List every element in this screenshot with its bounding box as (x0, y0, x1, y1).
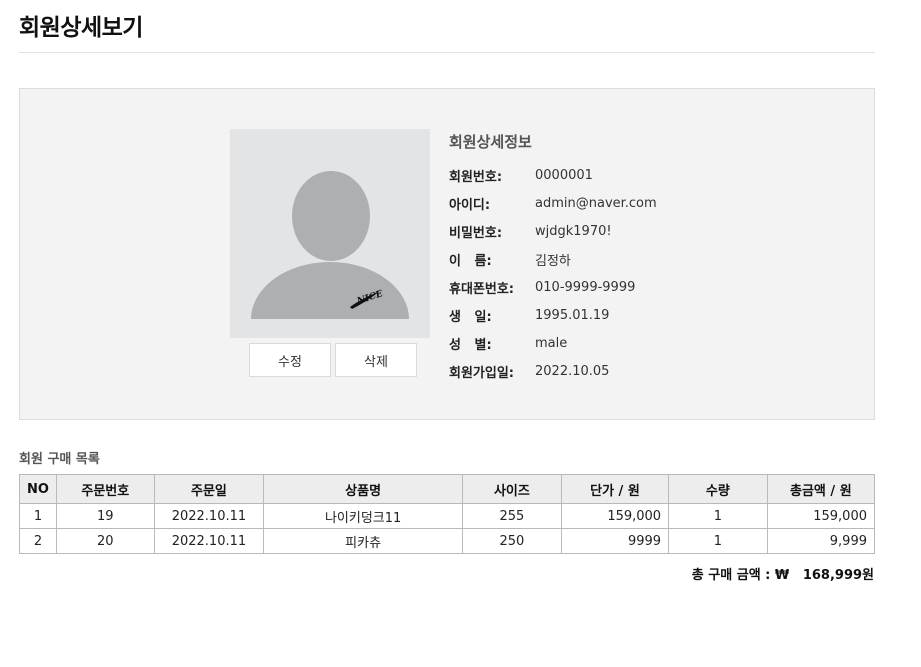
info-label: 성 별: (449, 337, 492, 353)
cell-unit-price: 9999 (560, 528, 670, 554)
column-header-order-no: 주문번호 (55, 474, 155, 504)
column-header-order-date: 주문일 (153, 474, 265, 504)
info-value: 2022.10.05 (535, 363, 610, 379)
info-value: 1995.01.19 (535, 307, 610, 323)
column-header-quantity: 수량 (668, 474, 768, 504)
info-label: 회원번호: (449, 169, 503, 185)
page-title: 회원상세보기 (19, 15, 143, 41)
cell-order-date: 2022.10.11 (153, 503, 265, 529)
delete-button[interactable]: 삭제 (335, 343, 417, 377)
info-row-member-no: 회원번호: 0000001 (449, 161, 657, 189)
cell-order-no: 20 (55, 528, 155, 554)
orders-table: NO 주문번호 주문일 상품명 사이즈 단가 / 원 수량 총금액 / 원 1 … (19, 474, 876, 554)
info-value: male (535, 335, 568, 351)
user-avatar-icon: NICE (251, 171, 409, 319)
table-row: 2 20 2022.10.11 피카츄 250 9999 1 9,999 (19, 528, 876, 554)
table-row: 1 19 2022.10.11 나이키덩크11 255 159,000 1 15… (19, 503, 876, 529)
column-header-unit-price: 단가 / 원 (560, 474, 670, 504)
column-header-total: 총금액 / 원 (766, 474, 876, 504)
member-info: 회원상세정보 회원번호: 0000001 아이디: admin@naver.co… (449, 131, 657, 385)
column-header-no: NO (19, 474, 57, 504)
info-label: 아이디: (449, 197, 491, 213)
edit-button[interactable]: 수정 (249, 343, 331, 377)
info-label: 이 름: (449, 253, 492, 269)
cell-no: 1 (19, 503, 57, 529)
cell-total: 159,000 (766, 503, 876, 529)
info-row-user-id: 아이디: admin@naver.com (449, 189, 657, 217)
info-label: 회원가입일: (449, 365, 514, 381)
info-row-birthday: 생 일: 1995.01.19 (449, 301, 657, 329)
table-header-row: NO 주문번호 주문일 상품명 사이즈 단가 / 원 수량 총금액 / 원 (19, 474, 876, 504)
info-row-name: 이 름: 김정하 (449, 245, 657, 273)
total-value: 168,999원 (802, 568, 874, 583)
info-value: 김정하 (535, 253, 571, 269)
cell-size: 250 (461, 528, 562, 554)
cell-product: 피카츄 (263, 528, 463, 554)
cell-product: 나이키덩크11 (263, 503, 463, 529)
member-detail-panel: NICE 수정 삭제 회원상세정보 회원번호: 0000001 아이디: adm… (19, 88, 875, 420)
info-row-phone: 휴대폰번호: 010-9999-9999 (449, 273, 657, 301)
info-value: admin@naver.com (535, 195, 657, 211)
info-label: 생 일: (449, 309, 492, 325)
cell-quantity: 1 (668, 503, 768, 529)
cell-quantity: 1 (668, 528, 768, 554)
info-row-gender: 성 별: male (449, 329, 657, 357)
cell-total: 9,999 (766, 528, 876, 554)
purchase-total: 총 구매 금액 : ₩ 168,999원 (692, 564, 874, 583)
info-label: 휴대폰번호: (449, 281, 514, 297)
cell-order-date: 2022.10.11 (153, 528, 265, 554)
title-divider (19, 52, 875, 53)
avatar-head (292, 171, 370, 261)
total-label: 총 구매 금액 : ₩ (691, 568, 790, 583)
column-header-size: 사이즈 (461, 474, 562, 504)
cell-order-no: 19 (55, 503, 155, 529)
info-label: 비밀번호: (449, 225, 503, 241)
column-header-product: 상품명 (263, 474, 463, 504)
avatar: NICE (230, 129, 430, 338)
info-row-password: 비밀번호: wjdgk1970! (449, 217, 657, 245)
info-row-join-date: 회원가입일: 2022.10.05 (449, 357, 657, 385)
cell-no: 2 (19, 528, 57, 554)
cell-unit-price: 159,000 (560, 503, 670, 529)
info-value: wjdgk1970! (535, 223, 612, 239)
info-value: 010-9999-9999 (535, 279, 636, 295)
info-value: 0000001 (535, 167, 593, 183)
cell-size: 255 (461, 503, 562, 529)
avatar-body (251, 262, 409, 319)
orders-section-title: 회원 구매 목록 (19, 452, 100, 467)
info-title: 회원상세정보 (449, 133, 532, 151)
